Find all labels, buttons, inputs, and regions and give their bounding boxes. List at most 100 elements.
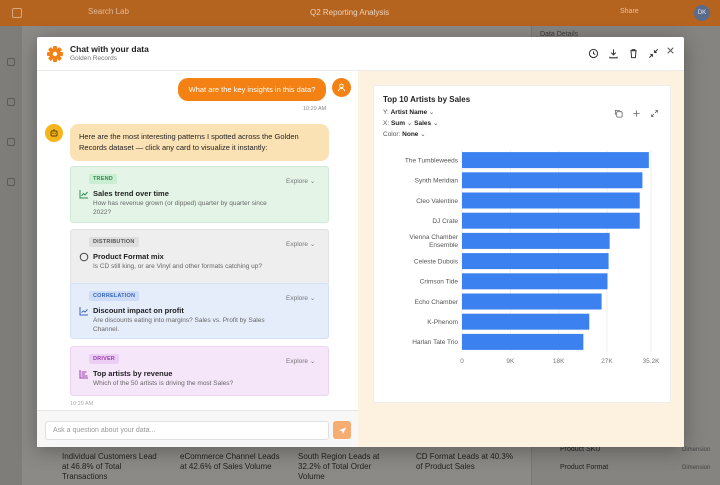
nav-icon[interactable] <box>7 178 15 186</box>
card-description: Is CD still king, or are Vinyl and other… <box>93 263 262 270</box>
card-badge: CORRELATION <box>89 291 140 301</box>
x-tick-label: 9K <box>506 358 515 365</box>
visualization-panel: Top 10 Artists by Sales Y: Artist Name ⌄… <box>358 71 684 447</box>
explore-label: Explore <box>286 358 309 365</box>
send-button[interactable] <box>333 421 351 439</box>
bot-avatar-icon <box>45 124 63 142</box>
scatter-chart-icon <box>79 307 88 316</box>
explore-button[interactable]: Explore ⌄ <box>286 294 315 302</box>
x-tick-label: 35.2K <box>643 358 661 365</box>
card-title: Top artists by revenue <box>93 369 173 378</box>
y-tick-label: Celeste Dubois <box>414 258 459 265</box>
collapse-icon[interactable] <box>648 48 659 59</box>
panel-row-label[interactable]: Product Format <box>560 464 608 471</box>
pie-chart-icon <box>79 252 89 262</box>
user-avatar[interactable]: DK <box>694 5 710 21</box>
y-tick-label: Crimson Tide <box>420 279 459 286</box>
bar[interactable] <box>462 333 584 350</box>
bar[interactable] <box>462 152 649 169</box>
message-timestamp: 10:29 AM <box>70 401 94 407</box>
x-tick-label: 0 <box>460 358 464 365</box>
chat-area[interactable]: What are the key insights in this data? … <box>37 71 373 404</box>
card-title: Product Format mix <box>93 252 164 261</box>
y-tick-label: Harlan Tate Trio <box>412 339 458 346</box>
line-chart-icon <box>79 190 88 199</box>
modal-header: Chat with your data Golden Records <box>37 37 684 71</box>
menu-icon[interactable] <box>12 8 22 18</box>
chevron-down-icon: ⌄ <box>420 131 426 138</box>
x-field-value[interactable]: Sales <box>414 120 431 127</box>
insight-card-correlation[interactable]: CORRELATION Discount impact on profit Ar… <box>70 283 329 339</box>
bar[interactable] <box>462 273 608 290</box>
trash-icon[interactable] <box>628 48 639 59</box>
explore-button[interactable]: Explore ⌄ <box>286 177 315 185</box>
chat-input-area: Ask a question about your data... <box>37 410 373 447</box>
bar[interactable] <box>462 232 610 249</box>
chat-modal: Chat with your data Golden Records What … <box>37 37 684 447</box>
bar-chart: 0 9K 18K 27K 35.2K The Tumbleweeds Synth Merid… <box>405 150 661 365</box>
add-icon[interactable] <box>632 109 641 118</box>
insight-text: South Region Leads at 32.2% of Total Ord… <box>298 452 380 481</box>
y-tick-label: Vienna Chamber Ensemble <box>409 234 458 249</box>
nav-icon[interactable] <box>7 138 15 146</box>
download-icon[interactable] <box>608 48 619 59</box>
explore-button[interactable]: Explore ⌄ <box>286 240 315 248</box>
insight-card-trend[interactable]: TREND Sales trend over time How has reve… <box>70 166 329 223</box>
x-aggregation[interactable]: Sum <box>391 120 405 127</box>
card-description: How has revenue grown (or dipped) quarte… <box>93 200 267 216</box>
insight-card-distribution[interactable]: DISTRIBUTION Product Format mix Is CD st… <box>70 229 329 286</box>
card-badge: DRIVER <box>89 354 119 364</box>
chevron-down-icon: ⌄ <box>432 120 439 127</box>
copy-icon[interactable] <box>614 109 623 118</box>
left-rail <box>0 26 22 485</box>
document-title: Q2 Reporting Analysis <box>310 8 390 17</box>
y-tick-label: Echo Chamber <box>415 299 459 306</box>
close-icon[interactable] <box>665 45 676 56</box>
nav-icon[interactable] <box>7 58 15 66</box>
chevron-down-icon: ⌄ <box>428 109 435 116</box>
send-icon <box>338 426 346 434</box>
color-field-value: None <box>402 131 419 138</box>
y-tick-label: Cleo Valentine <box>416 198 458 205</box>
y-tick-label: The Tumbleweeds <box>405 157 459 164</box>
nav-icon[interactable] <box>7 98 15 106</box>
bar[interactable] <box>462 192 640 209</box>
color-field-label: Color: <box>383 131 401 138</box>
chevron-down-icon: ⌄ <box>309 178 316 185</box>
card-title: Discount impact on profit <box>93 306 184 315</box>
card-badge: DISTRIBUTION <box>89 237 139 247</box>
color-field-selector[interactable]: Color: None ⌄ <box>383 130 426 138</box>
bot-message: Here are the most interesting patterns I… <box>70 124 329 161</box>
x-tick-label: 18K <box>553 358 565 365</box>
y-field-value: Artist Name <box>390 109 428 116</box>
logo-icon <box>47 46 63 62</box>
x-tick-label: 27K <box>601 358 613 365</box>
y-field-selector[interactable]: Y: Artist Name ⌄ <box>383 108 434 116</box>
user-message: What are the key insights in this data? <box>178 78 326 101</box>
x-field-selector[interactable]: X: Sum ⌄ Sales ⌄ <box>383 119 438 127</box>
panel-row-type: Dimension <box>682 447 711 453</box>
bar[interactable] <box>462 313 590 330</box>
chat-input[interactable]: Ask a question about your data... <box>45 421 329 440</box>
message-timestamp: 10:29 AM <box>303 106 327 112</box>
chart-title: Top 10 Artists by Sales <box>383 95 471 104</box>
x-field-label: X: <box>383 120 390 127</box>
history-icon[interactable] <box>588 48 599 59</box>
explore-label: Explore <box>286 295 309 302</box>
y-tick-label: DJ Crate <box>432 218 458 225</box>
modal-subtitle: Golden Records <box>70 55 117 62</box>
explore-button[interactable]: Explore ⌄ <box>286 357 315 365</box>
share-button[interactable]: Share <box>620 8 639 15</box>
expand-icon[interactable] <box>650 109 659 118</box>
insight-card-driver[interactable]: DRIVER Top artists by revenue Which of t… <box>70 346 329 396</box>
bar[interactable] <box>462 212 640 229</box>
bar[interactable] <box>462 293 602 310</box>
chart-card: Top 10 Artists by Sales Y: Artist Name ⌄… <box>374 86 670 402</box>
card-badge: TREND <box>89 174 117 184</box>
bar[interactable] <box>462 253 609 270</box>
chevron-down-icon: ⌄ <box>309 241 316 248</box>
search-input[interactable]: Search Lab <box>88 7 129 16</box>
insight-text: CD Format Leads at 40.3% of Product Sale… <box>416 452 513 471</box>
bar[interactable] <box>462 172 643 189</box>
panel-row-label[interactable]: Product SKU <box>560 446 600 453</box>
